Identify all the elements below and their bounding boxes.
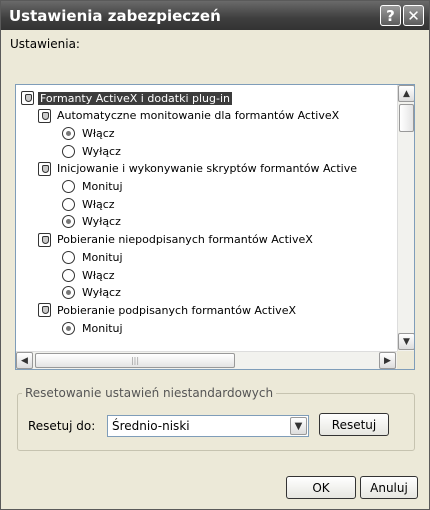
tree-item-label: Monituj (82, 180, 123, 193)
radio-option[interactable]: Monituj (62, 248, 125, 266)
tree-item-label: Monituj (82, 250, 123, 264)
horizontal-scrollbar[interactable]: ◀ ||| ▶ (16, 351, 397, 369)
radio-button-icon[interactable] (62, 215, 75, 229)
tree-item-label: Włącz (82, 197, 115, 211)
tree-setting[interactable]: Automatyczne monitowanie dla formantów A… (38, 107, 341, 125)
tree-item-label: Formanty ActiveX i dodatki plug-in (38, 91, 233, 105)
scroll-down-button[interactable]: ▼ (398, 333, 414, 350)
radio-option[interactable]: Wyłącz (62, 284, 123, 302)
dropdown-button[interactable]: ▼ (290, 417, 307, 435)
reset-level-value: Średnio-niski (112, 419, 190, 433)
security-setting-icon (38, 232, 51, 247)
radio-button-icon[interactable] (62, 144, 75, 158)
radio-option[interactable]: Włącz (62, 266, 117, 284)
scroll-left-button[interactable]: ◀ (16, 352, 33, 369)
tree-item-label: Włącz (82, 268, 115, 282)
close-button[interactable]: ✕ (403, 5, 424, 26)
horizontal-scroll-thumb[interactable]: ||| (35, 353, 235, 368)
security-setting-icon (38, 161, 51, 176)
tree-setting[interactable]: Pobieranie podpisanych formantów ActiveX (38, 301, 298, 319)
cancel-button[interactable]: Anuluj (360, 476, 418, 499)
security-setting-icon (21, 91, 34, 105)
radio-option[interactable]: Wyłącz (62, 213, 123, 231)
tree-setting[interactable]: Inicjowanie i wykonywanie skryptów forma… (38, 160, 359, 178)
tree-item-label: Włącz (82, 126, 115, 140)
dialog-title: Ustawienia zabezpieczeń (9, 6, 221, 25)
chevron-right-icon: ▶ (384, 355, 391, 366)
tree-item-label: Wyłącz (82, 286, 121, 300)
title-bar[interactable]: Ustawienia zabezpieczeń ? ✕ (1, 1, 429, 30)
settings-tree-content: Formanty ActiveX i dodatki plug-in Automa… (16, 85, 397, 351)
scroll-up-button[interactable]: ▲ (398, 85, 414, 102)
chevron-down-icon: ▼ (294, 420, 303, 432)
close-icon: ✕ (407, 6, 420, 25)
chevron-left-icon: ◀ (21, 355, 28, 366)
tree-item-label: Pobieranie niepodpisanych formantów Acti… (57, 233, 313, 247)
radio-button-icon[interactable] (62, 321, 75, 335)
vertical-scroll-thumb[interactable] (399, 104, 414, 132)
reset-group-title: Resetowanie ustawień niestandardowych (22, 386, 277, 400)
settings-tree[interactable]: Formanty ActiveX i dodatki plug-in Automa… (15, 84, 415, 370)
chevron-down-icon: ▼ (403, 336, 410, 347)
tree-item-label: Wyłącz (82, 144, 121, 158)
vertical-scrollbar[interactable]: ▲ ▼ (397, 85, 414, 351)
radio-button-icon[interactable] (62, 180, 75, 193)
chevron-up-icon: ▲ (403, 88, 410, 99)
radio-option[interactable]: Włącz (62, 124, 117, 142)
radio-option[interactable]: Monituj (62, 178, 125, 196)
radio-button-icon[interactable] (62, 286, 75, 300)
security-setting-icon (38, 108, 51, 123)
radio-option[interactable]: Monituj (62, 319, 125, 337)
tree-category[interactable]: Formanty ActiveX i dodatki plug-in (21, 89, 233, 107)
help-button[interactable]: ? (380, 5, 401, 26)
scroll-right-button[interactable]: ▶ (379, 352, 396, 369)
security-settings-dialog: Ustawienia zabezpieczeń ? ✕ Ustawienia: … (0, 0, 430, 510)
radio-button-icon[interactable] (62, 250, 75, 264)
scrollbar-corner (397, 351, 414, 369)
radio-option[interactable]: Wyłącz (62, 142, 123, 160)
tree-item-label: Monituj (82, 321, 123, 335)
reset-level-select[interactable]: Średnio-niski ▼ (107, 415, 309, 437)
help-icon: ? (386, 6, 395, 25)
tree-setting[interactable]: Pobieranie niepodpisanych formantów Acti… (38, 231, 315, 249)
tree-item-label: Pobieranie podpisanych formantów ActiveX (57, 303, 296, 317)
tree-item-label: Inicjowanie i wykonywanie skryptów forma… (57, 162, 357, 176)
security-setting-icon (38, 303, 51, 318)
radio-button-icon[interactable] (62, 126, 75, 140)
tree-item-label: Wyłącz (82, 215, 121, 229)
scroll-grip-icon: ||| (130, 356, 140, 365)
reset-button[interactable]: Resetuj (319, 413, 389, 436)
ok-button[interactable]: OK (286, 476, 356, 499)
settings-label: Ustawienia: (10, 37, 80, 51)
radio-option[interactable]: Włącz (62, 195, 117, 213)
tree-item-label: Automatyczne monitowanie dla formantów A… (57, 109, 340, 123)
radio-button-icon[interactable] (62, 268, 75, 282)
radio-button-icon[interactable] (62, 197, 75, 211)
reset-to-label: Resetuj do: (28, 419, 96, 433)
